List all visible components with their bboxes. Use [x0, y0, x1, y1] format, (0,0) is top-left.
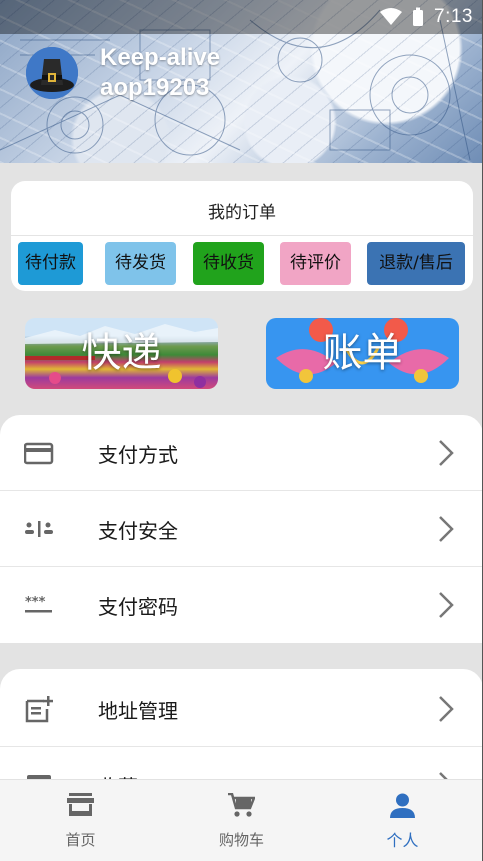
menu-item-payment-method[interactable]: 支付方式	[0, 415, 482, 491]
express-banner-label: 快递	[81, 330, 162, 376]
menu-item-payment-password[interactable]: *** 支付密码	[0, 567, 482, 643]
pending-payment-button[interactable]: 待付款	[18, 242, 83, 285]
divider	[11, 235, 473, 236]
username: Keep-alive	[100, 44, 221, 71]
menu-item-label: 地址管理	[98, 699, 178, 723]
battery-icon	[413, 7, 424, 26]
nav-cart[interactable]: 购物车	[161, 780, 322, 861]
pending-shipment-button[interactable]: 待发货	[105, 242, 176, 285]
nav-label: 购物车	[218, 831, 264, 849]
order-card: 我的订单 待付款 待发货 待收货 待评价 退款/售后	[11, 181, 473, 291]
nav-profile[interactable]: 个人	[322, 780, 482, 861]
credit-card-icon	[24, 442, 54, 465]
order-title[interactable]: 我的订单	[11, 198, 473, 223]
payment-menu: 支付方式 支付安全 *** 支付密码	[0, 415, 482, 643]
nav-home[interactable]: 首页	[0, 780, 161, 861]
menu-item-label: 支付方式	[98, 443, 178, 467]
app-screen: 7:13 Keep-alive aop19203 我的订单 待付款 待发货 待收…	[0, 0, 483, 861]
profile-header: 7:13 Keep-alive aop19203	[0, 0, 482, 163]
cart-icon	[228, 793, 255, 817]
bottom-navigation: 首页 购物车 个人	[0, 779, 482, 861]
menu-item-label: 支付密码	[98, 595, 178, 619]
pending-review-button[interactable]: 待评价	[280, 242, 351, 285]
wifi-icon	[380, 8, 403, 25]
menu-item-label: 支付安全	[98, 519, 178, 543]
user-id: aop19203	[100, 74, 210, 101]
person-icon	[390, 793, 415, 818]
avatar[interactable]	[26, 47, 78, 99]
payment-security-icon	[25, 521, 53, 537]
chevron-right-icon	[439, 516, 454, 542]
refund-aftersale-button[interactable]: 退款/售后	[367, 242, 465, 285]
menu-item-address-management[interactable]: 地址管理	[0, 671, 482, 747]
bill-banner[interactable]: 账单	[266, 318, 459, 389]
store-icon	[67, 793, 94, 816]
nav-label: 首页	[65, 831, 96, 849]
nav-label: 个人	[386, 831, 419, 850]
status-bar: 7:13	[0, 0, 482, 34]
status-time: 7:13	[434, 6, 473, 27]
pending-receipt-button[interactable]: 待收货	[193, 242, 264, 285]
password-icon: ***	[25, 595, 52, 613]
chevron-right-icon	[439, 696, 454, 722]
svg-text:***: ***	[25, 595, 46, 610]
chevron-right-icon	[439, 592, 454, 618]
address-note-icon	[25, 696, 53, 723]
bill-banner-label: 账单	[322, 330, 403, 376]
chevron-right-icon	[439, 440, 454, 466]
express-banner[interactable]: 快递	[25, 318, 218, 389]
menu-item-payment-security[interactable]: 支付安全	[0, 491, 482, 567]
pilgrim-hat-avatar	[26, 47, 78, 99]
